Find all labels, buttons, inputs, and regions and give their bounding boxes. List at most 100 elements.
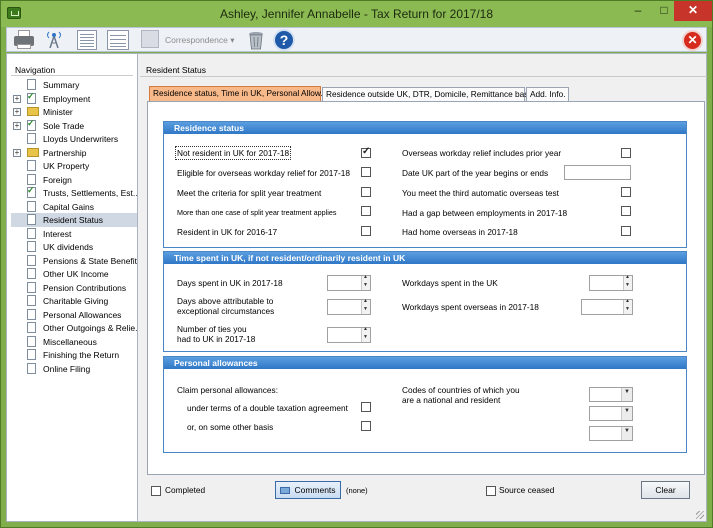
source-ceased-checkbox[interactable]: [486, 486, 496, 496]
resident-2016-label: Resident in UK for 2016-17: [177, 227, 278, 237]
spin-arrows-icon[interactable]: [361, 326, 370, 342]
chevron-down-icon[interactable]: [621, 427, 632, 440]
forms-icon[interactable]: [77, 30, 99, 50]
nav-item-online-filing[interactable]: Online Filing: [11, 362, 137, 376]
country-code-select-3[interactable]: [589, 426, 633, 441]
more-than-one-case-checkbox[interactable]: [361, 206, 371, 216]
checked-document-icon: [27, 186, 36, 198]
application-window: Ashley, Jennifer Annabelle - Tax Return …: [0, 0, 713, 528]
nav-item-lloyds-underwriters[interactable]: Lloyds Underwriters: [11, 132, 137, 146]
days-above-label-line1: Days above attributable to: [177, 296, 274, 306]
expand-icon[interactable]: +: [13, 108, 21, 116]
ties-label-line1: Number of ties you: [177, 324, 247, 334]
resident-2016-checkbox[interactable]: [361, 226, 371, 236]
divider: [11, 75, 133, 76]
country-code-select-2[interactable]: [589, 406, 633, 421]
expand-icon[interactable]: +: [13, 94, 21, 103]
correspondence-icon[interactable]: [141, 30, 159, 48]
nav-item-finishing-the-return[interactable]: Finishing the Return: [11, 348, 137, 362]
document-icon: [27, 254, 36, 266]
residence-status-group: Residence status Not resident in UK for …: [163, 121, 687, 248]
gap-employment-checkbox[interactable]: [621, 206, 631, 216]
personal-allowances-group: Personal allowances Claim personal allow…: [163, 356, 687, 453]
document-icon: [27, 362, 36, 374]
tab-additional-info[interactable]: Add. Info.: [526, 87, 569, 101]
nav-item-uk-dividends[interactable]: UK dividends: [11, 240, 137, 254]
tab-panel: Residence status Not resident in UK for …: [147, 101, 705, 475]
country-codes-label-line2: are a national and resident: [402, 395, 501, 405]
correspondence-menu[interactable]: Correspondence ▾: [165, 35, 235, 46]
spin-arrows-icon[interactable]: [361, 298, 370, 314]
content-area: Navigation Summary +Employment +Minister…: [6, 53, 707, 522]
nav-item-other-outgoings[interactable]: Other Outgoings & Relie...: [11, 321, 137, 335]
nav-item-capital-gains[interactable]: Capital Gains: [11, 200, 137, 214]
expand-icon[interactable]: +: [13, 121, 21, 130]
clear-button[interactable]: Clear: [641, 481, 690, 499]
chevron-down-icon[interactable]: [621, 388, 632, 401]
divider: [140, 76, 707, 77]
nav-item-personal-allowances[interactable]: Personal Allowances: [11, 308, 137, 322]
nav-item-interest[interactable]: Interest: [11, 227, 137, 241]
document-icon: [27, 295, 36, 306]
expand-icon[interactable]: +: [13, 148, 21, 157]
printer-icon[interactable]: [13, 30, 35, 50]
gap-employment-label: Had a gap between employments in 2017-18: [402, 208, 568, 218]
more-than-one-case-label: More than one case of split year treatme…: [177, 208, 337, 217]
tab-residence-status[interactable]: Residence status, Time in UK, Personal A…: [149, 86, 323, 101]
close-window-button[interactable]: ✕: [674, 1, 712, 21]
claim-allowances-label: Claim personal allowances:: [177, 385, 278, 395]
days-spent-stepper[interactable]: [327, 274, 371, 291]
nav-item-charitable-giving[interactable]: Charitable Giving: [11, 294, 137, 308]
home-overseas-checkbox[interactable]: [621, 226, 631, 236]
document-icon: [27, 227, 36, 239]
nav-item-partnership[interactable]: + Partnership: [11, 146, 137, 160]
help-icon[interactable]: ?: [273, 29, 295, 51]
document-icon: [27, 133, 36, 144]
ties-stepper[interactable]: [327, 326, 371, 343]
nav-item-minister[interactable]: + Minister: [11, 105, 137, 119]
ties-label-line2: had to UK in 2017-18: [177, 334, 256, 344]
date-uk-part-input[interactable]: [564, 165, 631, 180]
chevron-down-icon[interactable]: [621, 407, 632, 420]
comments-status: (none): [346, 486, 368, 495]
spin-arrows-icon[interactable]: [361, 274, 370, 290]
document-icon: [27, 214, 36, 225]
spin-arrows-icon[interactable]: [623, 274, 632, 290]
minimize-button[interactable]: –: [625, 1, 651, 21]
bin-icon[interactable]: [245, 30, 267, 50]
nav-item-trusts[interactable]: Trusts, Settlements, Est...: [11, 186, 137, 200]
double-taxation-checkbox[interactable]: [361, 402, 371, 412]
nav-item-other-uk-income[interactable]: Other UK Income: [11, 267, 137, 281]
online-filing-icon[interactable]: [43, 30, 65, 50]
relief-prior-year-checkbox[interactable]: [621, 148, 631, 158]
comments-button-label: Comments: [294, 485, 336, 495]
eligible-relief-checkbox[interactable]: [361, 167, 371, 177]
not-resident-checkbox[interactable]: [361, 146, 371, 158]
nav-item-foreign[interactable]: Foreign: [11, 173, 137, 187]
document-icon: [27, 241, 36, 252]
completed-checkbox[interactable]: [151, 486, 161, 496]
workdays-uk-stepper[interactable]: [589, 274, 633, 291]
schedule-icon[interactable]: [107, 30, 129, 50]
nav-item-uk-property[interactable]: UK Property: [11, 159, 137, 173]
spin-arrows-icon[interactable]: [623, 298, 632, 314]
third-test-checkbox[interactable]: [621, 187, 631, 197]
split-year-checkbox[interactable]: [361, 187, 371, 197]
comments-button[interactable]: Comments: [275, 481, 341, 499]
window-title: Ashley, Jennifer Annabelle - Tax Return …: [219, 7, 494, 21]
country-code-select-1[interactable]: [589, 387, 633, 402]
workdays-overseas-stepper[interactable]: [581, 298, 633, 315]
exit-icon[interactable]: ✕: [682, 30, 703, 51]
days-exceptional-stepper[interactable]: [327, 298, 371, 315]
nav-item-employment[interactable]: +Employment: [11, 92, 137, 106]
nav-item-pension-contributions[interactable]: Pension Contributions: [11, 281, 137, 295]
document-icon: [27, 200, 36, 212]
nav-item-miscellaneous[interactable]: Miscellaneous: [11, 335, 137, 349]
nav-item-sole-trade[interactable]: +Sole Trade: [11, 119, 137, 133]
nav-item-resident-status[interactable]: Resident Status: [11, 213, 137, 227]
nav-item-pensions-state-benefits[interactable]: Pensions & State Benefits: [11, 254, 137, 268]
nav-item-summary[interactable]: Summary: [11, 78, 137, 92]
resize-grip[interactable]: [696, 511, 704, 519]
tab-residence-outside-uk[interactable]: Residence outside UK, DTR, Domicile, Rem…: [322, 87, 534, 101]
other-basis-checkbox[interactable]: [361, 421, 371, 431]
